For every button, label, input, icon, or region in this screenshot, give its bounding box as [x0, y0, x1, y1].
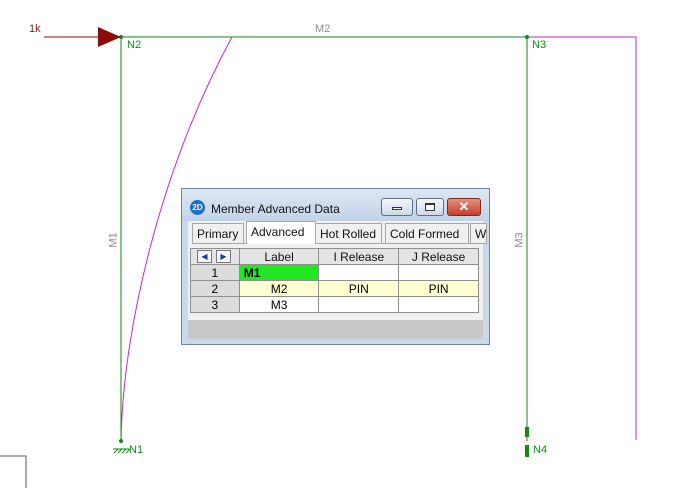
table-row[interactable]: 2 M2 PIN PIN: [190, 280, 483, 297]
cell-label[interactable]: M2: [238, 280, 320, 297]
member-advanced-data-dialog[interactable]: 2D Member Advanced Data ✕ Primary Advanc…: [181, 188, 490, 345]
node-label-n1: N1: [129, 444, 144, 456]
table-row[interactable]: 1 M1: [190, 264, 483, 281]
table-row[interactable]: 3 M3: [190, 296, 483, 313]
cell-j-release[interactable]: PIN: [398, 280, 479, 297]
row-number[interactable]: 2: [190, 280, 240, 297]
cell-j-release[interactable]: [398, 296, 479, 313]
next-record-icon[interactable]: ▶: [216, 250, 231, 263]
node-label-n2: N2: [127, 39, 142, 51]
row-number[interactable]: 1: [190, 264, 240, 281]
cell-j-release[interactable]: [398, 264, 479, 281]
cell-label[interactable]: M1: [238, 264, 320, 281]
dialog-body: Primary Advanced Hot Rolled Cold Formed …: [188, 221, 487, 339]
deflected-shape-right: [527, 36, 637, 440]
nav-cell: ◀ ▶: [190, 248, 240, 265]
minimize-button[interactable]: [381, 198, 413, 216]
member-table[interactable]: ◀ ▶ Label I Release J Release 1 M1 2 M2 …: [190, 248, 483, 313]
view-corner-frame: [0, 455, 27, 488]
tab-strip: Primary Advanced Hot Rolled Cold Formed …: [192, 221, 487, 244]
column-header-i-release[interactable]: I Release: [318, 248, 400, 265]
tab-advanced[interactable]: Advanced: [246, 221, 316, 244]
node-n3-point[interactable]: [525, 35, 529, 39]
tab-cold-formed[interactable]: Cold Formed: [385, 223, 469, 243]
minimize-icon: [392, 207, 402, 210]
row-number[interactable]: 3: [190, 296, 240, 313]
point-load-arrow-icon[interactable]: [44, 27, 121, 47]
tab-hot-rolled[interactable]: Hot Rolled: [315, 223, 382, 243]
tab-primary[interactable]: Primary: [192, 223, 244, 243]
node-label-n3: N3: [532, 39, 547, 51]
maximize-icon: [425, 203, 435, 211]
horizontal-scrollbar[interactable]: [188, 320, 483, 339]
prev-record-icon[interactable]: ◀: [197, 250, 212, 263]
member-label-m1: M1: [107, 232, 120, 248]
pin-support-icon: [113, 448, 131, 454]
tab-w[interactable]: W: [470, 223, 487, 243]
close-button[interactable]: ✕: [447, 198, 481, 216]
cell-i-release[interactable]: [318, 296, 400, 313]
n4-end-marks-icon: [525, 427, 529, 457]
member-label-m3: M3: [513, 232, 526, 248]
column-header-j-release[interactable]: J Release: [398, 248, 479, 265]
maximize-button[interactable]: [416, 198, 444, 216]
dialog-titlebar[interactable]: 2D Member Advanced Data ✕: [182, 189, 489, 221]
table-header-row: ◀ ▶ Label I Release J Release: [190, 248, 483, 265]
column-header-label[interactable]: Label: [238, 248, 320, 265]
node-label-n4: N4: [533, 444, 548, 456]
cell-i-release[interactable]: PIN: [318, 280, 400, 297]
dialog-title: Member Advanced Data: [211, 202, 340, 216]
close-icon: ✕: [458, 199, 470, 214]
load-label: 1k: [29, 23, 41, 35]
tab-divider: [192, 243, 487, 244]
node-n1-point[interactable]: [119, 439, 123, 443]
cell-label[interactable]: M3: [238, 296, 320, 313]
app-icon: 2D: [190, 200, 205, 215]
cell-i-release[interactable]: [318, 264, 400, 281]
member-label-m2: M2: [315, 23, 331, 35]
